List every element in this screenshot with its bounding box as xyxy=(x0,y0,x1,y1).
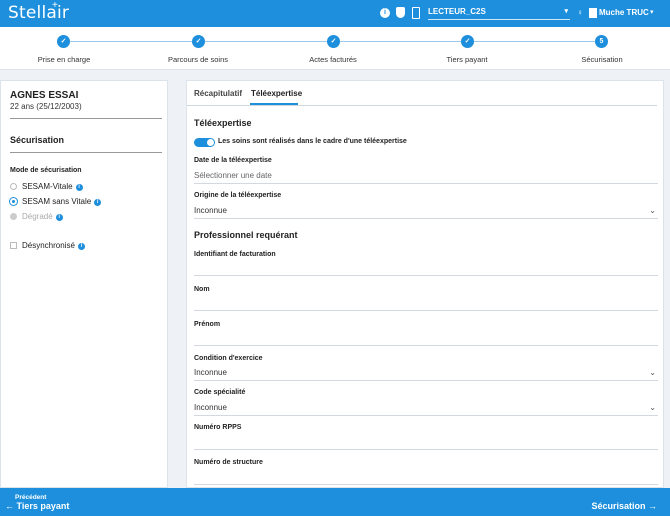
patient-panel: AGNES ESSAI 22 ans (25/12/2003) Sécurisa… xyxy=(0,80,168,488)
progress-stepper: ✓ ✓ ✓ ✓ 5 Prise en charge Parcours de so… xyxy=(0,27,670,70)
chevron-down-icon[interactable]: ▾ xyxy=(650,8,654,16)
radio-button[interactable] xyxy=(10,183,17,190)
date-input[interactable]: Sélectionner une date xyxy=(194,170,658,184)
info-icon[interactable]: i xyxy=(77,243,85,250)
info-icon[interactable]: i xyxy=(55,214,63,221)
specialty-label: Code spécialité xyxy=(194,389,246,396)
prenom-input[interactable] xyxy=(194,332,658,346)
condition-select-value: Inconnue xyxy=(194,368,227,377)
patient-name: AGNES ESSAI xyxy=(10,90,79,101)
chevron-down-icon: ▾ xyxy=(564,8,568,15)
teleexpertise-toggle[interactable] xyxy=(194,138,215,147)
step-5-number[interactable]: 5 xyxy=(595,35,608,48)
radio-button-disabled xyxy=(10,213,17,220)
active-tab-indicator xyxy=(250,103,298,105)
divider xyxy=(10,118,162,119)
step-connector xyxy=(70,41,193,42)
step-label-actes-factures[interactable]: Actes facturés xyxy=(309,55,357,64)
condition-label: Condition d'exercice xyxy=(194,355,263,362)
tabs-border xyxy=(187,105,657,106)
step-1-check-icon[interactable]: ✓ xyxy=(57,35,70,48)
rpps-label: Numéro RPPS xyxy=(194,424,242,431)
chat-icon[interactable]: ♀ xyxy=(577,8,583,17)
patient-age: 22 ans (25/12/2003) xyxy=(10,102,82,111)
radio-label: Dégradé xyxy=(22,212,53,221)
billing-id-input[interactable] xyxy=(194,262,658,276)
shield-icon[interactable] xyxy=(396,7,405,18)
step-connector xyxy=(340,41,462,42)
radio-label: SESAM-Vitale xyxy=(22,182,73,191)
checkbox-label: Désynchronisé xyxy=(22,241,75,250)
chevron-down-icon: ⌄ xyxy=(649,206,656,215)
reader-select[interactable]: LECTEUR_C2S ▾ xyxy=(428,5,570,20)
step-label-parcours-de-soins[interactable]: Parcours de soins xyxy=(168,55,228,64)
step-label-prise-en-charge[interactable]: Prise en charge xyxy=(38,55,91,64)
chevron-down-icon: ⌄ xyxy=(649,368,656,377)
divider xyxy=(10,152,162,153)
step-3-check-icon[interactable]: ✓ xyxy=(327,35,340,48)
origin-select-value: Inconnue xyxy=(194,206,227,215)
section-heading-teleexpertise: Téléexpertise xyxy=(194,118,252,128)
billing-id-label: Identifiant de facturation xyxy=(194,251,276,258)
logo-plus-icon: + xyxy=(52,0,58,11)
radio-label: SESAM sans Vitale xyxy=(22,197,92,206)
step-2-check-icon[interactable]: ✓ xyxy=(192,35,205,48)
chevron-down-icon: ⌄ xyxy=(649,403,656,412)
rpps-input[interactable] xyxy=(194,436,658,450)
info-icon[interactable]: i xyxy=(75,184,83,191)
date-label: Date de la téléexpertise xyxy=(194,157,272,164)
radio-button-checked[interactable] xyxy=(10,198,17,205)
step-connector xyxy=(474,41,596,42)
info-icon[interactable]: i xyxy=(380,8,390,18)
tab-teleexpertise[interactable]: Téléexpertise xyxy=(251,89,302,98)
step-connector xyxy=(205,41,328,42)
tab-recapitulatif[interactable]: Récapitulatif xyxy=(194,89,242,98)
user-menu[interactable]: Muche TRUC xyxy=(599,8,649,17)
step-4-check-icon[interactable]: ✓ xyxy=(461,35,474,48)
footer-nav: Précédent ← Tiers payant Sécurisation → xyxy=(0,488,670,516)
nom-label: Nom xyxy=(194,286,210,293)
app-header: Stellair + i LECTEUR_C2S ▾ ♀ Muche TRUC … xyxy=(0,0,670,27)
info-icon[interactable]: i xyxy=(94,199,102,206)
previous-button[interactable]: ← Tiers payant xyxy=(5,501,69,511)
form-panel: Récapitulatif Téléexpertise Téléexpertis… xyxy=(186,80,664,488)
structure-label: Numéro de structure xyxy=(194,459,263,466)
prenom-label: Prénom xyxy=(194,321,221,328)
condition-select[interactable]: Inconnue ⌄ xyxy=(194,367,658,381)
reader-select-value: LECTEUR_C2S xyxy=(428,7,486,16)
next-button[interactable]: Sécurisation → xyxy=(591,501,657,511)
previous-caption[interactable]: Précédent xyxy=(15,494,46,501)
origin-select[interactable]: Inconnue ⌄ xyxy=(194,205,658,219)
nom-input[interactable] xyxy=(194,297,658,311)
section-title-securisation: Sécurisation xyxy=(10,135,65,145)
section-heading-professionnel: Professionnel requérant xyxy=(194,230,298,240)
origin-label: Origine de la téléexpertise xyxy=(194,192,282,199)
mode-title: Mode de sécurisation xyxy=(10,167,82,174)
app-logo[interactable]: Stellair xyxy=(8,3,69,23)
checkbox[interactable] xyxy=(10,242,17,249)
step-label-securisation[interactable]: Sécurisation xyxy=(581,55,622,64)
specialty-select-value: Inconnue xyxy=(194,403,227,412)
building-icon xyxy=(589,8,597,18)
step-label-tiers-payant[interactable]: Tiers payant xyxy=(447,55,488,64)
toggle-label: Les soins sont réalisés dans le cadre d'… xyxy=(218,138,407,145)
structure-input[interactable] xyxy=(194,471,658,485)
card-reader-icon[interactable] xyxy=(412,7,420,19)
specialty-select[interactable]: Inconnue ⌄ xyxy=(194,402,658,416)
